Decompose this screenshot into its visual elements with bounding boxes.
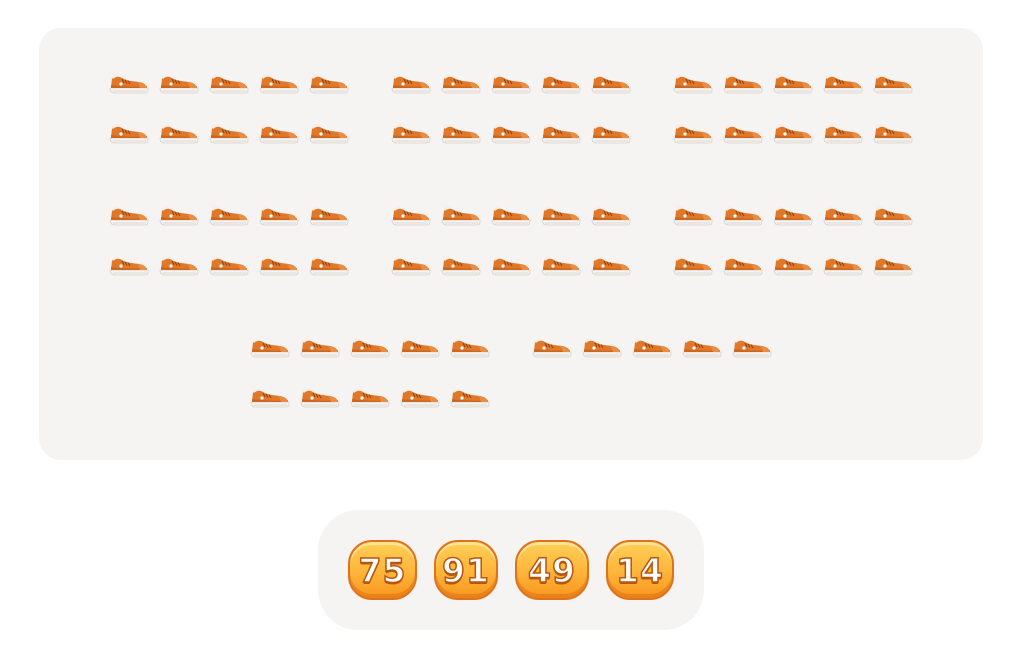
sneaker-group	[391, 204, 641, 294]
sneaker-icon	[109, 204, 149, 228]
sneaker-icon	[450, 336, 490, 360]
sneaker-group	[391, 72, 641, 162]
sneaker-group	[673, 204, 923, 294]
sneaker-icon	[591, 72, 631, 96]
sneaker-icon	[441, 122, 481, 146]
sneaker-icon	[541, 204, 581, 228]
sneaker-icon	[823, 72, 863, 96]
answer-label: 49	[527, 550, 576, 590]
sneaker-icon	[491, 122, 531, 146]
sneaker-icon	[400, 386, 440, 410]
sneaker-icon	[259, 72, 299, 96]
answer-button-2[interactable]: 91	[434, 540, 498, 600]
sneaker-icon	[682, 336, 722, 360]
sneaker-icon	[391, 204, 431, 228]
sneaker-icon	[300, 336, 340, 360]
answer-label: 75	[358, 550, 407, 590]
sneaker-icon	[441, 254, 481, 278]
sneaker-icon	[309, 122, 349, 146]
answer-button-3[interactable]: 49	[515, 540, 589, 600]
sneaker-icon	[250, 336, 290, 360]
sneaker-icon	[159, 254, 199, 278]
sneaker-icon	[873, 204, 913, 228]
sneaker-icon	[491, 204, 531, 228]
sneaker-icon	[309, 72, 349, 96]
sneaker-group	[673, 72, 923, 162]
sneaker-icon	[773, 72, 813, 96]
answer-button-4[interactable]: 14	[606, 540, 674, 600]
sneaker-icon	[541, 254, 581, 278]
sneaker-icon	[673, 72, 713, 96]
sneaker-icon	[259, 204, 299, 228]
sneaker-icon	[541, 122, 581, 146]
sneaker-icon	[532, 336, 572, 360]
sneaker-icon	[109, 254, 149, 278]
sneaker-icon	[491, 72, 531, 96]
sneaker-icon	[723, 122, 763, 146]
sneaker-icon	[591, 122, 631, 146]
sneaker-icon	[673, 254, 713, 278]
sneaker-icon	[491, 254, 531, 278]
sneaker-icon	[773, 254, 813, 278]
sneaker-icon	[582, 336, 622, 360]
sneaker-icon	[259, 254, 299, 278]
sneaker-icon	[723, 254, 763, 278]
sneaker-group	[250, 336, 500, 426]
sneaker-icon	[441, 204, 481, 228]
counting-board	[39, 28, 983, 460]
sneaker-icon	[541, 72, 581, 96]
sneaker-icon	[209, 72, 249, 96]
sneaker-icon	[823, 122, 863, 146]
sneaker-icon	[591, 204, 631, 228]
sneaker-icon	[441, 72, 481, 96]
sneaker-icon	[773, 122, 813, 146]
sneaker-icon	[300, 386, 340, 410]
sneaker-icon	[159, 122, 199, 146]
sneaker-icon	[109, 122, 149, 146]
sneaker-icon	[673, 204, 713, 228]
sneaker-icon	[873, 72, 913, 96]
sneaker-icon	[159, 72, 199, 96]
sneaker-icon	[450, 386, 490, 410]
sneaker-icon	[673, 122, 713, 146]
sneaker-icon	[873, 122, 913, 146]
sneaker-icon	[350, 386, 390, 410]
sneaker-icon	[632, 336, 672, 360]
sneaker-icon	[723, 72, 763, 96]
sneaker-group	[109, 204, 359, 294]
sneaker-group	[109, 72, 359, 162]
answer-label: 91	[441, 550, 490, 590]
sneaker-icon	[391, 72, 431, 96]
sneaker-icon	[873, 254, 913, 278]
sneaker-icon	[109, 72, 149, 96]
sneaker-icon	[732, 336, 772, 360]
sneaker-icon	[309, 254, 349, 278]
sneaker-icon	[209, 254, 249, 278]
sneaker-icon	[391, 254, 431, 278]
sneaker-icon	[209, 204, 249, 228]
sneaker-icon	[209, 122, 249, 146]
answer-button-1[interactable]: 75	[348, 540, 417, 600]
sneaker-icon	[309, 204, 349, 228]
sneaker-icon	[350, 336, 390, 360]
sneaker-icon	[259, 122, 299, 146]
sneaker-icon	[159, 204, 199, 228]
sneaker-group	[532, 336, 782, 426]
sneaker-icon	[400, 336, 440, 360]
sneaker-icon	[823, 254, 863, 278]
sneaker-icon	[250, 386, 290, 410]
sneaker-icon	[591, 254, 631, 278]
sneaker-icon	[823, 204, 863, 228]
sneaker-icon	[391, 122, 431, 146]
sneaker-icon	[723, 204, 763, 228]
answer-tray: 75 91 49 14	[318, 510, 704, 630]
sneaker-icon	[773, 204, 813, 228]
answer-label: 14	[615, 550, 664, 590]
